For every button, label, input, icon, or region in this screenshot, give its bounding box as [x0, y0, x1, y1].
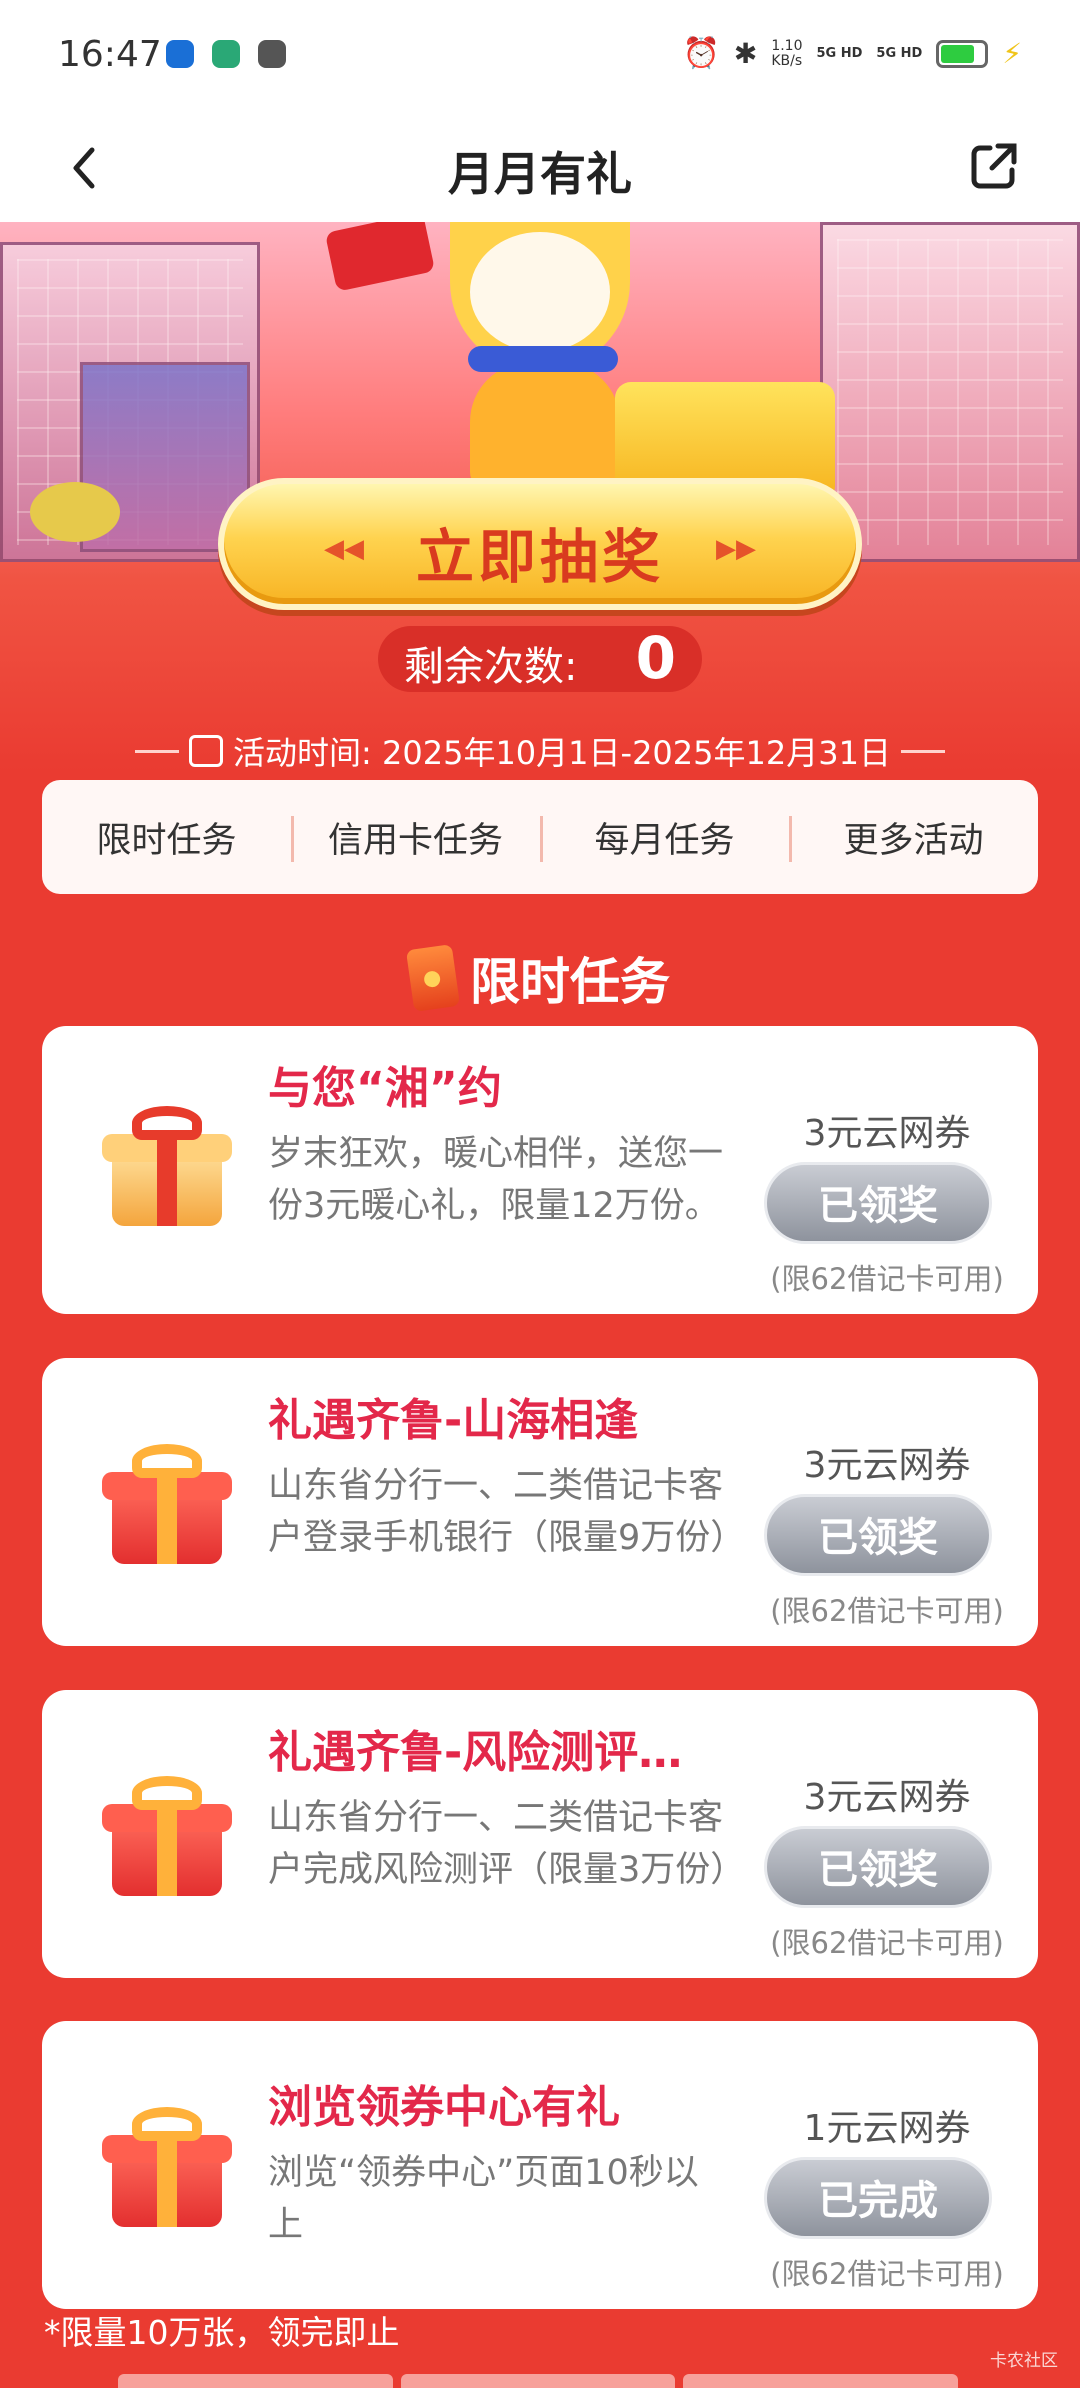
task-title: 浏览领券中心有礼: [268, 2082, 620, 2133]
task-reward: 3元云网券: [803, 1445, 971, 1486]
task-reward: 1元云网券: [803, 2108, 971, 2149]
task-card: 浏览领券中心有礼 浏览“领券中心”页面10秒以上 1元云网券 已完成 (限62借…: [42, 2021, 1038, 2309]
battery-icon: [936, 39, 989, 68]
draw-lottery-button[interactable]: ◀◀ 立即抽奖 ▶▶: [218, 478, 862, 610]
page-title: 月月有礼: [448, 147, 632, 201]
draw-button-label: 立即抽奖: [415, 523, 664, 591]
task-reward: 3元云网券: [803, 1113, 971, 1154]
charging-icon: ⚡: [1002, 37, 1022, 70]
task-title: 礼遇齐鲁-山海相逢: [268, 1395, 639, 1446]
remaining-chances: 剩余次数: 0: [378, 624, 702, 692]
period-text: 活动时间: 2025年10月1日-2025年12月31日: [233, 734, 891, 772]
claimed-button[interactable]: 已领奖: [764, 1826, 992, 1908]
alarm-icon: ⏰: [682, 36, 720, 71]
tab-more-activities[interactable]: 更多活动: [789, 812, 1038, 863]
activity-period: 活动时间: 2025年10月1日-2025年12月31日: [0, 728, 1080, 774]
task-limit: (限62借记卡可用): [770, 2257, 1004, 2291]
red-envelope-icon: [405, 944, 461, 1012]
bank-notification-icon: [212, 40, 240, 68]
section-title-text: 限时任务: [470, 953, 670, 1011]
signal-2: 5G HD: [876, 46, 923, 61]
claimed-button[interactable]: 已领奖: [764, 1162, 992, 1244]
status-time: 16:47: [58, 34, 162, 75]
tab-monthly-tasks[interactable]: 每月任务: [540, 812, 789, 863]
section-title: 限时任务: [0, 942, 1080, 1014]
wechat-icon: [258, 40, 286, 68]
footnote: *限量10万张，领完即止: [44, 2313, 400, 2352]
divider: [135, 749, 180, 753]
watermark: 卡农社区: [990, 2351, 1058, 2371]
tab-credit-card-tasks[interactable]: 信用卡任务: [291, 812, 540, 863]
task-limit: (限62借记卡可用): [770, 1926, 1004, 1960]
share-icon[interactable]: [968, 140, 1020, 192]
notification-icons: [166, 40, 286, 68]
status-bar: 16:47 ⏰ ✱ 1.10 KB/s 5G HD 5G HD ⚡: [0, 0, 1080, 118]
plant-illustration: [30, 482, 120, 542]
task-description: 浏览“领券中心”页面10秒以上: [268, 2153, 699, 2245]
task-limit: (限62借记卡可用): [770, 1594, 1004, 1628]
task-title: 礼遇齐鲁-风险测评…: [268, 1727, 683, 1778]
task-card: 与您“湘”约 岁末狂欢，暖心相伴，送您一份3元暖心礼，限量12万份。 3元云网券…: [42, 1026, 1038, 1314]
app-notification-icon: [166, 40, 194, 68]
gift-box-icon: [102, 1444, 232, 1564]
gift-box-icon: [102, 1776, 232, 1896]
bottom-tab-hint: [118, 2374, 959, 2388]
task-tabs: 限时任务 信用卡任务 每月任务 更多活动: [42, 780, 1038, 894]
calendar-icon: [189, 735, 224, 767]
nav-bar: 月月有礼: [0, 118, 1080, 222]
remaining-count: 0: [635, 624, 676, 692]
task-description: 山东省分行一、二类借记卡客户登录手机银行（限量9万份）: [268, 1466, 746, 1558]
task-card: 礼遇齐鲁-山海相逢 山东省分行一、二类借记卡客户登录手机银行（限量9万份） 3元…: [42, 1358, 1038, 1646]
tab-limited-tasks[interactable]: 限时任务: [42, 812, 291, 863]
divider: [900, 749, 945, 753]
task-title: 与您“湘”约: [268, 1063, 502, 1114]
task-limit: (限62借记卡可用): [770, 1262, 1004, 1296]
gift-box-icon: [102, 2107, 232, 2227]
task-card: 礼遇齐鲁-风险测评… 山东省分行一、二类借记卡客户完成风险测评（限量3万份） 3…: [42, 1690, 1038, 1978]
signal-1: 5G HD: [816, 46, 863, 61]
task-reward: 3元云网券: [803, 1777, 971, 1818]
bluetooth-icon: ✱: [733, 37, 758, 70]
arrow-right-icon: ▶▶: [716, 534, 756, 564]
building-illustration: [820, 222, 1080, 562]
claimed-button[interactable]: 已领奖: [764, 1494, 992, 1576]
completed-button[interactable]: 已完成: [764, 2157, 992, 2239]
task-description: 山东省分行一、二类借记卡客户完成风险测评（限量3万份）: [268, 1798, 746, 1890]
network-speed: 1.10 KB/s: [771, 37, 803, 69]
task-description: 岁末狂欢，暖心相伴，送您一份3元暖心礼，限量12万份。: [268, 1134, 724, 1226]
gift-box-icon: [102, 1106, 232, 1226]
status-right: ⏰ ✱ 1.10 KB/s 5G HD 5G HD ⚡: [682, 36, 1022, 71]
remaining-label: 剩余次数:: [404, 644, 578, 690]
